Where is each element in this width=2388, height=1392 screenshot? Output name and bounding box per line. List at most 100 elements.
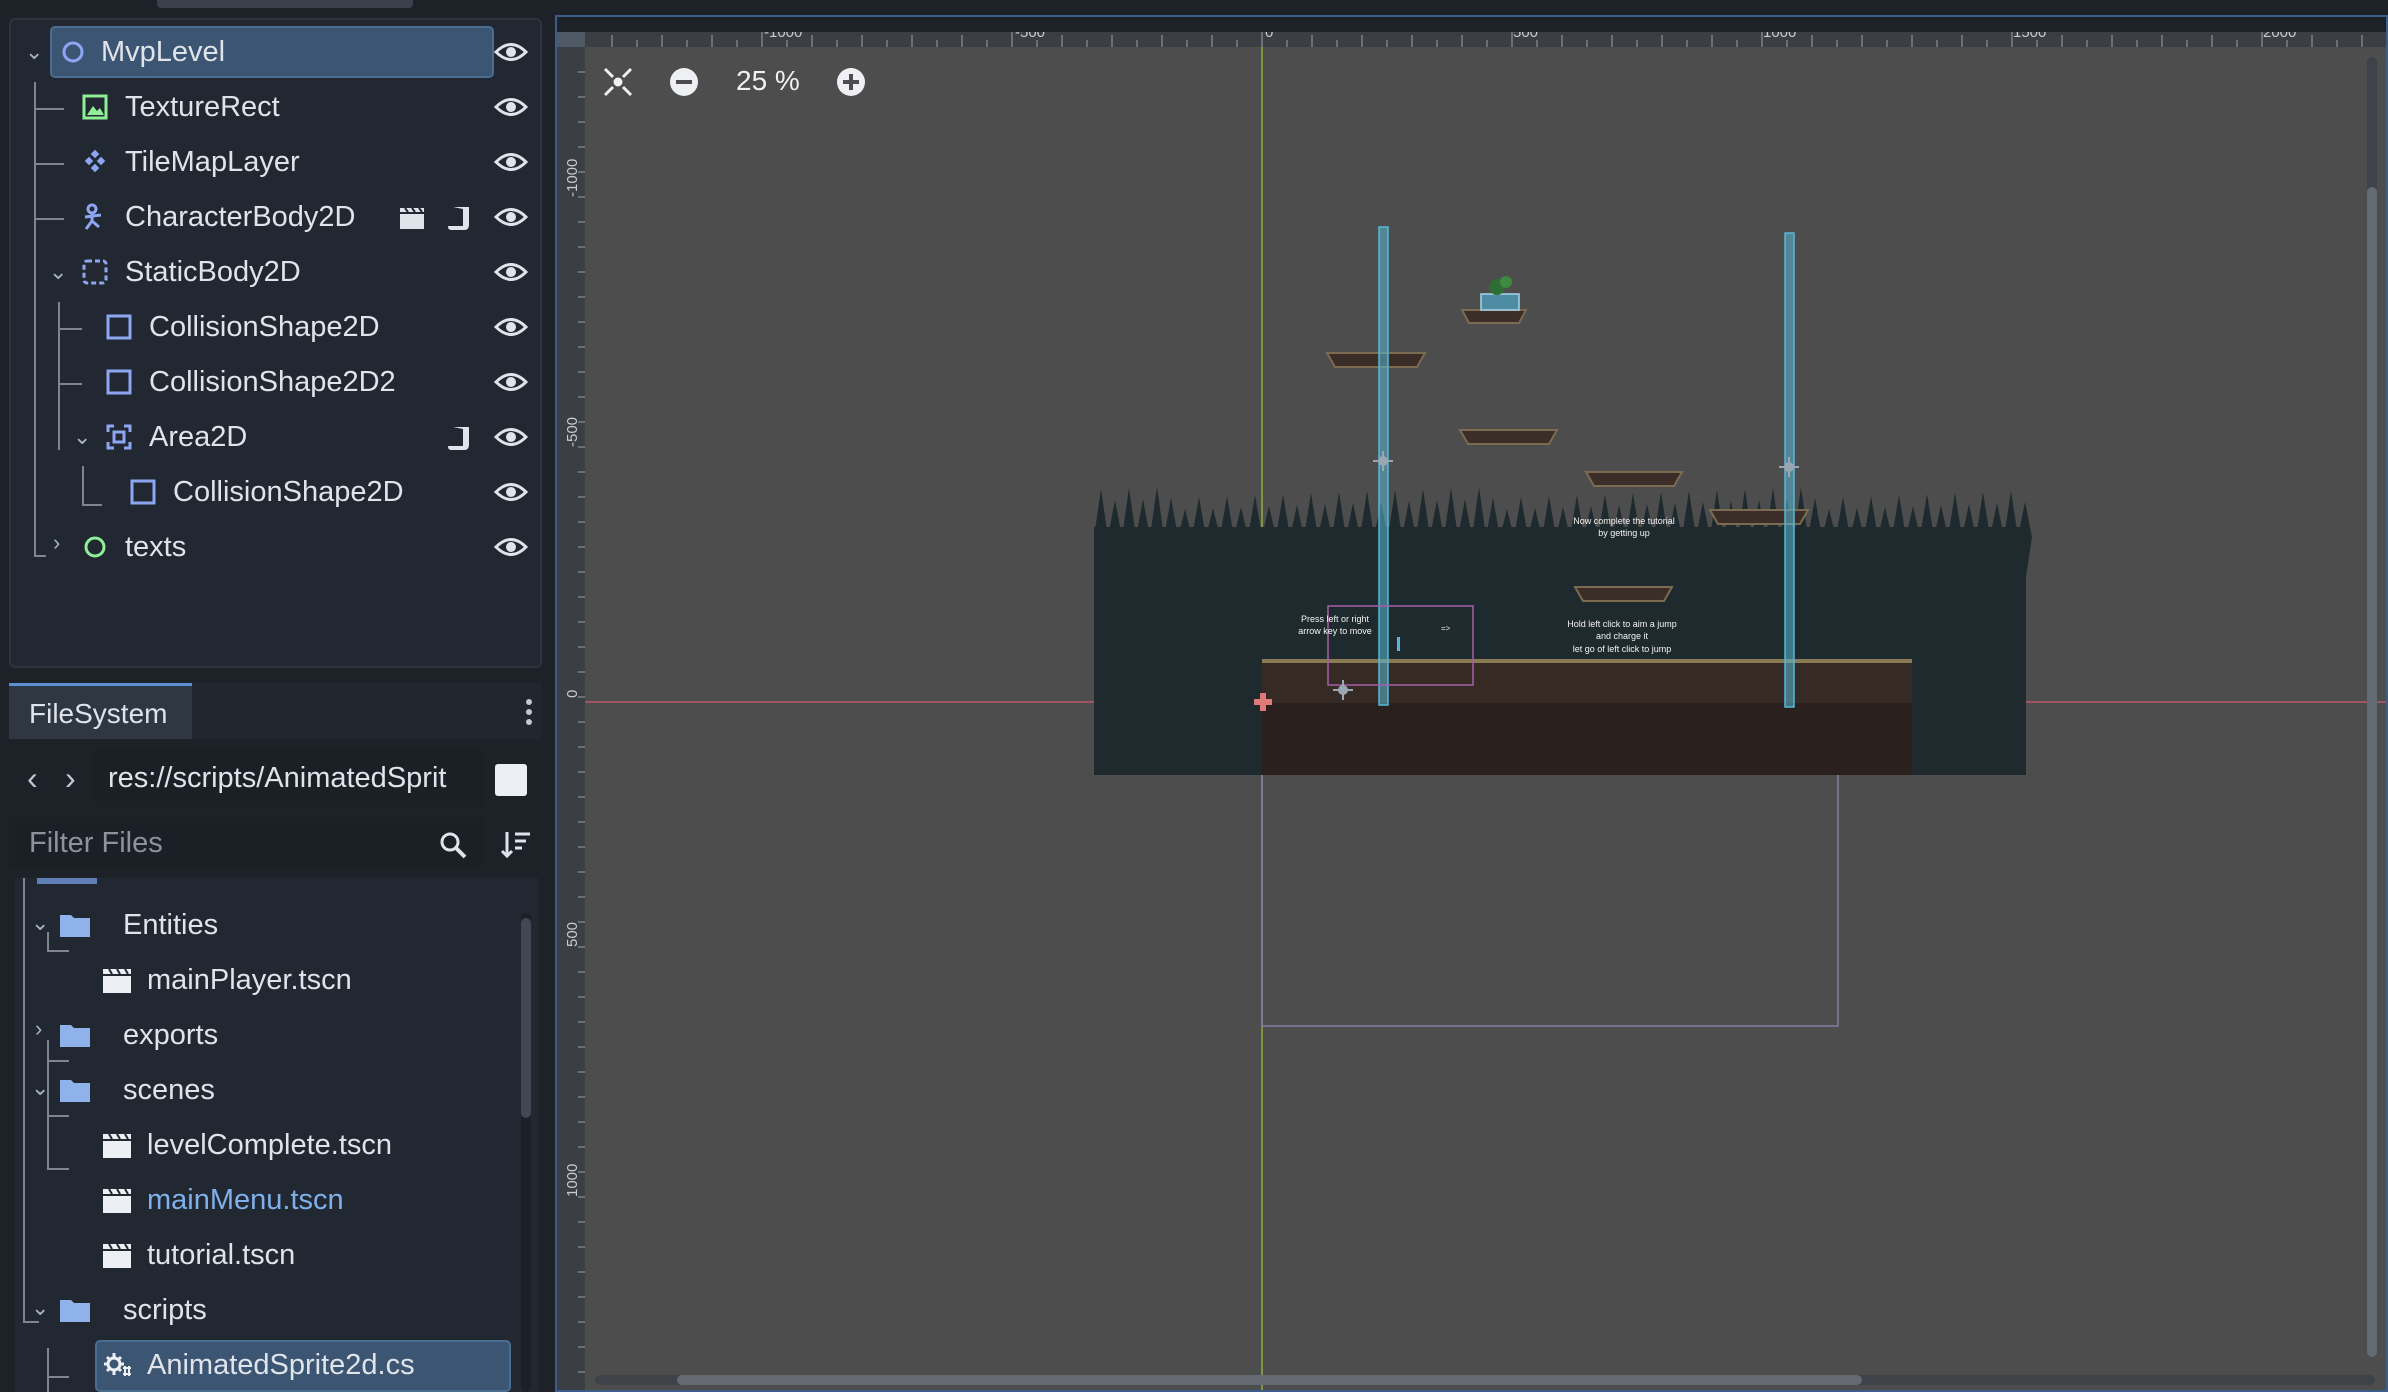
- ruler-label-y: 1000: [564, 1164, 581, 1197]
- scene-node-texturerect[interactable]: TextureRect: [11, 80, 544, 135]
- visibility-eye-icon[interactable]: [494, 204, 528, 230]
- zoom-level[interactable]: 25 %: [736, 65, 800, 97]
- scene-node-label: CollisionShape2D2: [149, 366, 396, 398]
- open-scene-clapper-icon[interactable]: [397, 203, 427, 233]
- texturerect-icon: [82, 94, 108, 120]
- collapse-arrow-icon[interactable]: ⌄: [31, 910, 49, 936]
- scene-node-collisionshape2d2[interactable]: CollisionShape2D2: [11, 355, 544, 410]
- canvas-viewport-2d[interactable]: -1000 -500 0 500 1000 1500 2000 -1000 -5…: [555, 15, 2388, 1392]
- zoom-in-icon[interactable]: [834, 65, 868, 99]
- node-icon: [84, 536, 106, 558]
- goal-plant-sprite[interactable]: [1480, 276, 1520, 311]
- center-view-icon[interactable]: [601, 65, 635, 99]
- fs-file-mainmenu[interactable]: mainMenu.tscn: [15, 1173, 538, 1228]
- scene-node-label: MvpLevel: [101, 36, 226, 68]
- ground-grass-edge: [1262, 659, 1912, 663]
- fs-file-animatedsprite2d[interactable]: AnimatedSprite2d.cs: [15, 1338, 538, 1392]
- scene-node-label: TextureRect: [125, 91, 280, 123]
- visibility-eye-icon[interactable]: [494, 534, 528, 560]
- horizontal-scroll-thumb[interactable]: [677, 1375, 1862, 1385]
- toggle-split-mode-button[interactable]: [495, 764, 527, 796]
- filesystem-path-bar: ‹ › res://scripts/AnimatedSprit: [9, 748, 542, 810]
- visibility-eye-icon[interactable]: [494, 149, 528, 175]
- fs-item-label: scripts: [123, 1294, 207, 1326]
- folder-icon: [60, 1300, 90, 1322]
- scene-node-mvplevel[interactable]: ⌄ MvpLevel: [11, 25, 544, 80]
- area2d-icon: [106, 424, 132, 450]
- tutorial-text: arrow key to move: [1298, 626, 1372, 636]
- script-icon[interactable]: [445, 423, 475, 453]
- scene-node-collisionshape2d[interactable]: CollisionShape2D: [11, 300, 544, 355]
- fs-file-tutorial[interactable]: tutorial.tscn: [15, 1228, 538, 1283]
- ruler-label-y: 0: [564, 690, 581, 698]
- scene-dock-tab[interactable]: [157, 0, 413, 8]
- scene-node-characterbody2d[interactable]: CharacterBody2D: [11, 190, 544, 245]
- fs-file-mainplayer[interactable]: mainPlayer.tscn: [15, 953, 538, 1008]
- script-icon[interactable]: [445, 203, 475, 233]
- fs-folder-scenes[interactable]: ⌄ scenes: [15, 1063, 538, 1118]
- scene-node-tilemaplayer[interactable]: TileMapLayer: [11, 135, 544, 190]
- fs-item-label: exports: [123, 1019, 219, 1051]
- collapse-arrow-icon[interactable]: ⌄: [31, 1075, 49, 1101]
- ruler-label-y: 500: [564, 922, 581, 947]
- staticbody2d-icon: [82, 259, 108, 285]
- fs-item-label: mainMenu.tscn: [147, 1184, 344, 1216]
- fs-item-label: mainPlayer.tscn: [147, 964, 352, 996]
- zoom-out-icon[interactable]: [667, 65, 701, 99]
- fs-folder-entities[interactable]: ⌄ Entities: [15, 898, 538, 953]
- filesystem-filter-bar: Filter Files: [9, 815, 542, 873]
- fs-item-label: Entities: [123, 909, 219, 941]
- expand-arrow-icon[interactable]: ›: [35, 1016, 42, 1042]
- expand-arrow-icon[interactable]: ›: [53, 530, 60, 556]
- folder-icon: [60, 915, 90, 937]
- tutorial-text: Now complete the tutorial: [1573, 516, 1675, 526]
- scene-node-label: CollisionShape2D: [173, 476, 404, 508]
- tutorial-text: let go of left click to jump: [1573, 644, 1672, 654]
- fs-item-label: scenes: [123, 1074, 215, 1106]
- collisionshape2d-icon: [106, 369, 132, 395]
- scene-node-area2d[interactable]: ⌄ Area2D: [11, 410, 544, 465]
- ruler-label-y: -500: [564, 417, 581, 447]
- visibility-eye-icon[interactable]: [494, 424, 528, 450]
- dock-split-handle[interactable]: [546, 0, 554, 1392]
- visibility-eye-icon[interactable]: [494, 369, 528, 395]
- visibility-eye-icon[interactable]: [494, 314, 528, 340]
- collapse-arrow-icon[interactable]: ⌄: [31, 1295, 49, 1321]
- fs-folder-scripts[interactable]: ⌄ scripts: [15, 1283, 538, 1338]
- viewport-canvas[interactable]: -1000 -500 0 500 1000 1500 2000 -1000 -5…: [557, 17, 2388, 1392]
- tutorial-text: Hold left click to aim a jump: [1567, 619, 1677, 629]
- fs-folder-exports[interactable]: › exports: [15, 1008, 538, 1063]
- path-input[interactable]: res://scripts/AnimatedSprit: [94, 750, 486, 807]
- scene-file-icon: [103, 1133, 131, 1158]
- filesystem-tab[interactable]: FileSystem: [9, 683, 192, 739]
- fs-file-levelcomplete[interactable]: levelComplete.tscn: [15, 1118, 538, 1173]
- dock-menu-icon[interactable]: [526, 699, 534, 725]
- forward-arrow-icon[interactable]: ›: [65, 760, 76, 797]
- node-pivot-marker[interactable]: [1373, 451, 1393, 471]
- scene-node-staticbody2d[interactable]: ⌄ StaticBody2D: [11, 245, 544, 300]
- scene-node-label: texts: [125, 531, 187, 563]
- filter-files-input[interactable]: Filter Files: [9, 817, 483, 869]
- fs-item-label: levelComplete.tscn: [147, 1129, 392, 1161]
- visibility-eye-icon[interactable]: [494, 479, 528, 505]
- area-arrow-hint: =>: [1441, 624, 1451, 633]
- collapse-arrow-icon[interactable]: ⌄: [49, 259, 67, 285]
- vertical-scroll-thumb[interactable]: [2367, 187, 2377, 1357]
- visibility-eye-icon[interactable]: [494, 94, 528, 120]
- visibility-eye-icon[interactable]: [494, 39, 528, 65]
- collapse-arrow-icon[interactable]: ⌄: [25, 39, 43, 65]
- node-pivot-marker[interactable]: [1779, 457, 1799, 477]
- visibility-eye-icon[interactable]: [494, 259, 528, 285]
- scene-node-area-collisionshape2d[interactable]: CollisionShape2D: [11, 465, 544, 520]
- search-icon: [440, 832, 467, 859]
- scene-file-icon: [103, 968, 131, 993]
- collisionshape2d-icon: [106, 314, 132, 340]
- player-sprite[interactable]: [1397, 637, 1400, 651]
- filesystem-tree: ⌄ Entities mainPlayer.tscn › exports ⌄ s…: [15, 878, 538, 1392]
- filesystem-dock-header: FileSystem: [9, 683, 542, 739]
- filesystem-scroll-thumb[interactable]: [521, 918, 531, 1118]
- sort-icon[interactable]: [500, 828, 532, 860]
- back-arrow-icon[interactable]: ‹: [27, 760, 38, 797]
- scene-node-texts[interactable]: › texts: [11, 520, 544, 575]
- collapse-arrow-icon[interactable]: ⌄: [73, 424, 91, 450]
